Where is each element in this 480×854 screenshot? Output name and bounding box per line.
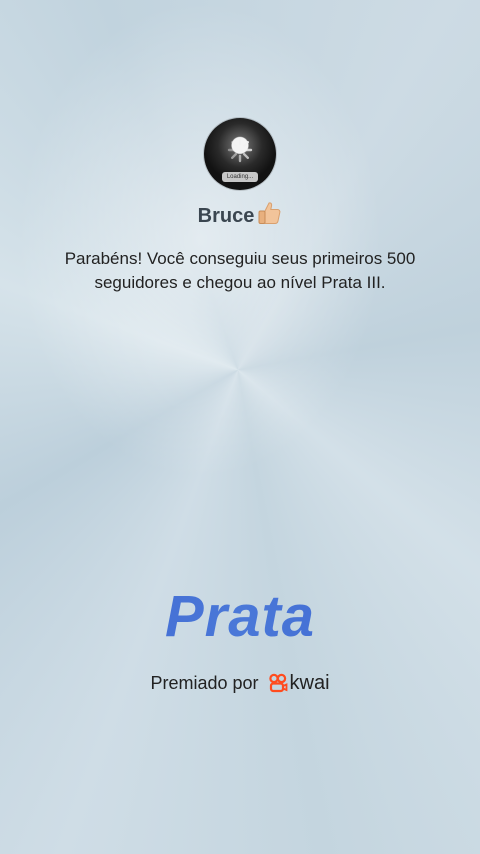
username: Bruce [197,205,255,227]
tier-name: Prata [0,583,480,650]
awarded-by-label: Premiado por [150,673,259,693]
achievement-message: Parabéns! Você conseguiu seus primeiros … [64,249,416,292]
thumbs-up-icon [258,202,281,224]
kwai-logo-icon [268,673,287,693]
kwai-brand-name: kwai [289,672,330,694]
avatar-loading-label: Loading... [222,172,258,182]
awarded-by-row: Premiado por kwai [0,672,480,695]
loading-spinner-icon [227,137,253,163]
username-row: Bruce [0,200,480,228]
avatar: Loading... [204,118,276,190]
